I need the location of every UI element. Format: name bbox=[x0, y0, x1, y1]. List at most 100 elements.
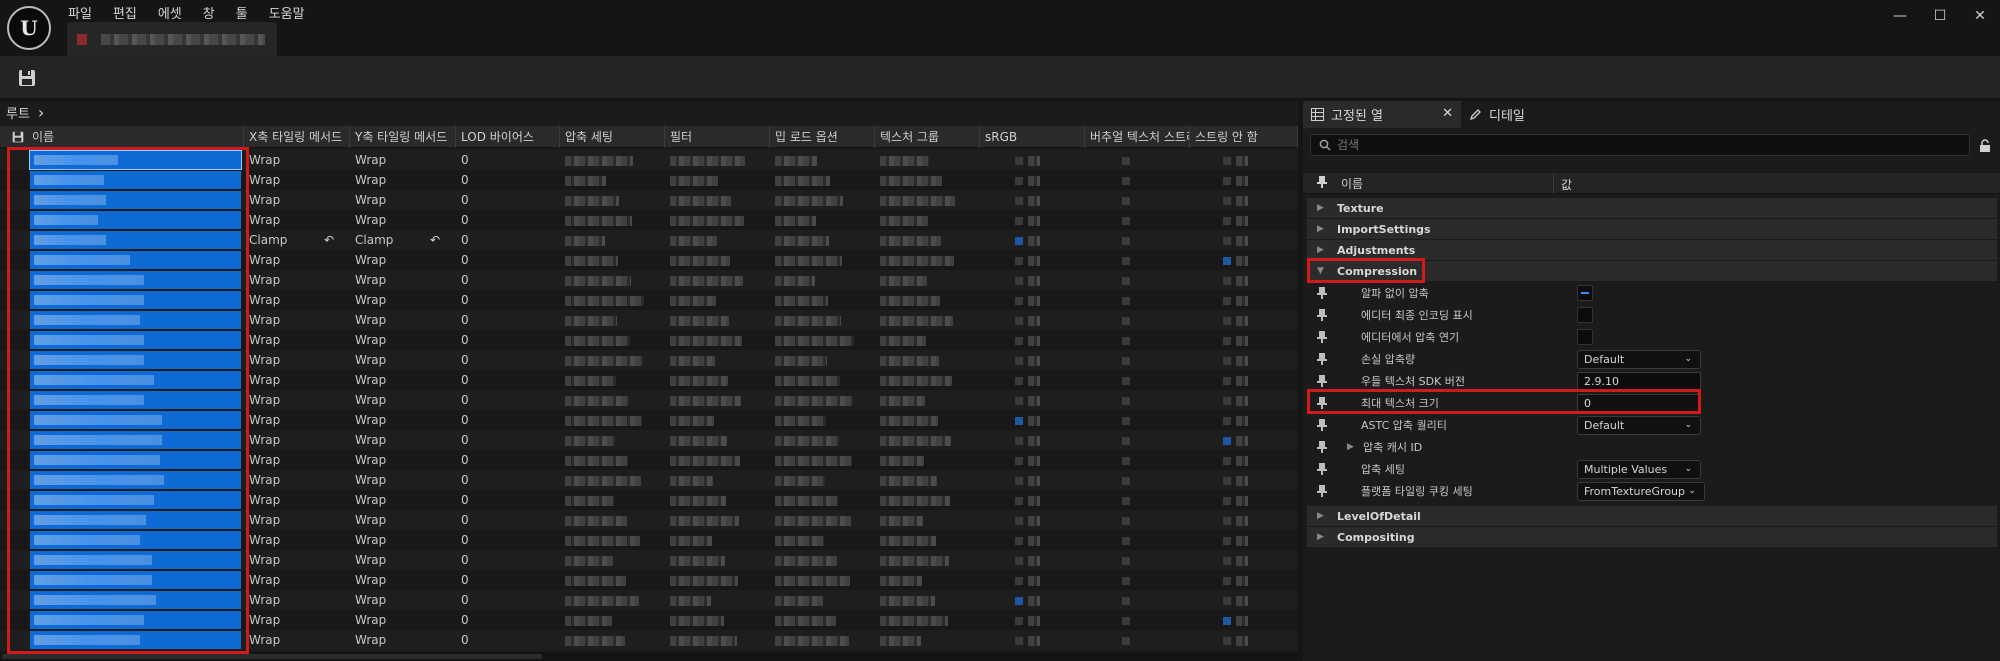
redacted-value-cell[interactable] bbox=[770, 630, 875, 650]
checkbox-icon[interactable] bbox=[1223, 276, 1231, 285]
checkbox-icon[interactable] bbox=[1223, 476, 1231, 485]
redacted-value-cell[interactable] bbox=[665, 190, 770, 210]
redacted-value-cell[interactable] bbox=[770, 510, 875, 530]
redacted-value-cell[interactable] bbox=[875, 430, 980, 450]
table-row[interactable]: Wrap Wrap 0 bbox=[0, 350, 1298, 370]
table-row[interactable]: Wrap Wrap 0 bbox=[0, 210, 1298, 230]
lod-bias-cell[interactable]: 0 bbox=[456, 230, 560, 250]
redacted-value-cell[interactable] bbox=[1085, 230, 1190, 250]
asset-name-cell[interactable] bbox=[0, 330, 244, 350]
checkbox-icon[interactable] bbox=[1015, 216, 1023, 225]
x-tiling-cell[interactable]: Wrap bbox=[244, 450, 350, 470]
lod-bias-cell[interactable]: 0 bbox=[456, 350, 560, 370]
redacted-value-cell[interactable] bbox=[875, 370, 980, 390]
pin-icon[interactable] bbox=[1315, 287, 1329, 299]
redacted-value-cell[interactable] bbox=[980, 210, 1085, 230]
checkbox-icon[interactable] bbox=[1122, 516, 1130, 525]
redacted-value-cell[interactable] bbox=[665, 390, 770, 410]
x-tiling-cell[interactable]: Wrap bbox=[244, 410, 350, 430]
checkbox-icon[interactable] bbox=[1223, 416, 1231, 425]
redacted-value-cell[interactable] bbox=[770, 430, 875, 450]
y-tiling-cell[interactable]: Wrap bbox=[350, 310, 456, 330]
redacted-value-cell[interactable] bbox=[560, 530, 665, 550]
compression-settings-dropdown[interactable]: Multiple Values ⌄ bbox=[1577, 459, 1701, 479]
checkbox-icon[interactable] bbox=[1122, 636, 1130, 645]
x-tiling-cell[interactable]: Wrap bbox=[244, 170, 350, 190]
y-tiling-cell[interactable]: Wrap bbox=[350, 590, 456, 610]
checkbox-icon[interactable] bbox=[1015, 476, 1023, 485]
redacted-value-cell[interactable] bbox=[875, 390, 980, 410]
redacted-value-cell[interactable] bbox=[770, 410, 875, 430]
redacted-value-cell[interactable] bbox=[875, 190, 980, 210]
asset-name-cell[interactable] bbox=[0, 210, 244, 230]
pin-icon[interactable] bbox=[1315, 331, 1329, 343]
redacted-value-cell[interactable] bbox=[1085, 330, 1190, 350]
tab-details[interactable]: 디테일 bbox=[1461, 101, 1533, 128]
y-tiling-cell[interactable]: Wrap bbox=[350, 570, 456, 590]
show-final-encoding-checkbox[interactable] bbox=[1577, 307, 1593, 323]
lod-bias-cell[interactable]: 0 bbox=[456, 610, 560, 630]
redacted-value-cell[interactable] bbox=[770, 290, 875, 310]
pin-icon[interactable] bbox=[1315, 485, 1329, 497]
checkbox-icon[interactable] bbox=[1223, 336, 1231, 345]
redacted-value-cell[interactable] bbox=[1190, 270, 1298, 290]
checkbox-icon[interactable] bbox=[1223, 236, 1231, 245]
redacted-value-cell[interactable] bbox=[1085, 570, 1190, 590]
redacted-value-cell[interactable] bbox=[1190, 350, 1298, 370]
y-tiling-cell[interactable]: Wrap bbox=[350, 270, 456, 290]
search-input[interactable] bbox=[1337, 138, 1937, 152]
checkbox-icon[interactable] bbox=[1015, 556, 1023, 565]
column-header-srgb[interactable]: sRGB bbox=[980, 126, 1085, 148]
redacted-value-cell[interactable] bbox=[665, 590, 770, 610]
y-tiling-cell[interactable]: Wrap bbox=[350, 410, 456, 430]
checkbox-icon[interactable] bbox=[1015, 496, 1023, 505]
redacted-value-cell[interactable] bbox=[1190, 190, 1298, 210]
lod-bias-cell[interactable]: 0 bbox=[456, 590, 560, 610]
redacted-value-cell[interactable] bbox=[980, 290, 1085, 310]
redacted-value-cell[interactable] bbox=[770, 390, 875, 410]
table-row[interactable]: Wrap Wrap 0 bbox=[0, 610, 1298, 630]
checkbox-icon[interactable] bbox=[1015, 296, 1023, 305]
y-tiling-cell[interactable]: Wrap bbox=[350, 290, 456, 310]
redacted-value-cell[interactable] bbox=[980, 570, 1085, 590]
lod-bias-cell[interactable]: 0 bbox=[456, 510, 560, 530]
astc-quality-dropdown[interactable]: Default ⌄ bbox=[1577, 415, 1701, 435]
lod-bias-cell[interactable]: 0 bbox=[456, 170, 560, 190]
redacted-value-cell[interactable] bbox=[1085, 550, 1190, 570]
y-tiling-cell[interactable]: Wrap bbox=[350, 550, 456, 570]
redacted-value-cell[interactable] bbox=[665, 250, 770, 270]
checkbox-icon[interactable] bbox=[1223, 636, 1231, 645]
checkbox-icon[interactable] bbox=[1015, 316, 1023, 325]
search-box[interactable] bbox=[1310, 134, 1970, 156]
redacted-value-cell[interactable] bbox=[980, 610, 1085, 630]
lod-bias-cell[interactable]: 0 bbox=[456, 470, 560, 490]
column-header-compression[interactable]: 압축 세팅 bbox=[560, 126, 665, 148]
redacted-value-cell[interactable] bbox=[875, 610, 980, 630]
redacted-value-cell[interactable] bbox=[1085, 430, 1190, 450]
y-tiling-cell[interactable]: Wrap bbox=[350, 150, 456, 170]
redacted-value-cell[interactable] bbox=[980, 230, 1085, 250]
maximize-button[interactable]: ☐ bbox=[1925, 4, 1955, 28]
tab-pinned-columns[interactable]: 고정된 열 ✕ bbox=[1303, 101, 1461, 128]
redacted-value-cell[interactable] bbox=[770, 490, 875, 510]
x-tiling-cell[interactable]: Wrap bbox=[244, 310, 350, 330]
x-tiling-cell[interactable]: Wrap bbox=[244, 330, 350, 350]
checkbox-icon[interactable] bbox=[1122, 396, 1130, 405]
redacted-value-cell[interactable] bbox=[1190, 170, 1298, 190]
breadcrumb-root[interactable]: 루트 bbox=[6, 103, 30, 122]
redacted-value-cell[interactable] bbox=[1085, 350, 1190, 370]
redacted-value-cell[interactable] bbox=[560, 290, 665, 310]
y-tiling-cell[interactable]: Wrap bbox=[350, 630, 456, 650]
redacted-value-cell[interactable] bbox=[980, 630, 1085, 650]
redacted-value-cell[interactable] bbox=[665, 550, 770, 570]
category-compositing[interactable]: ▶ Compositing bbox=[1307, 527, 1997, 547]
menu-file[interactable]: 파일 bbox=[68, 1, 103, 22]
redacted-value-cell[interactable] bbox=[770, 330, 875, 350]
asset-name-cell[interactable] bbox=[0, 230, 244, 250]
lod-bias-cell[interactable]: 0 bbox=[456, 450, 560, 470]
redacted-value-cell[interactable] bbox=[560, 270, 665, 290]
redacted-value-cell[interactable] bbox=[1085, 630, 1190, 650]
chevron-right-icon[interactable]: › bbox=[38, 103, 44, 122]
redacted-value-cell[interactable] bbox=[770, 150, 875, 170]
checkbox-icon[interactable] bbox=[1223, 216, 1231, 225]
